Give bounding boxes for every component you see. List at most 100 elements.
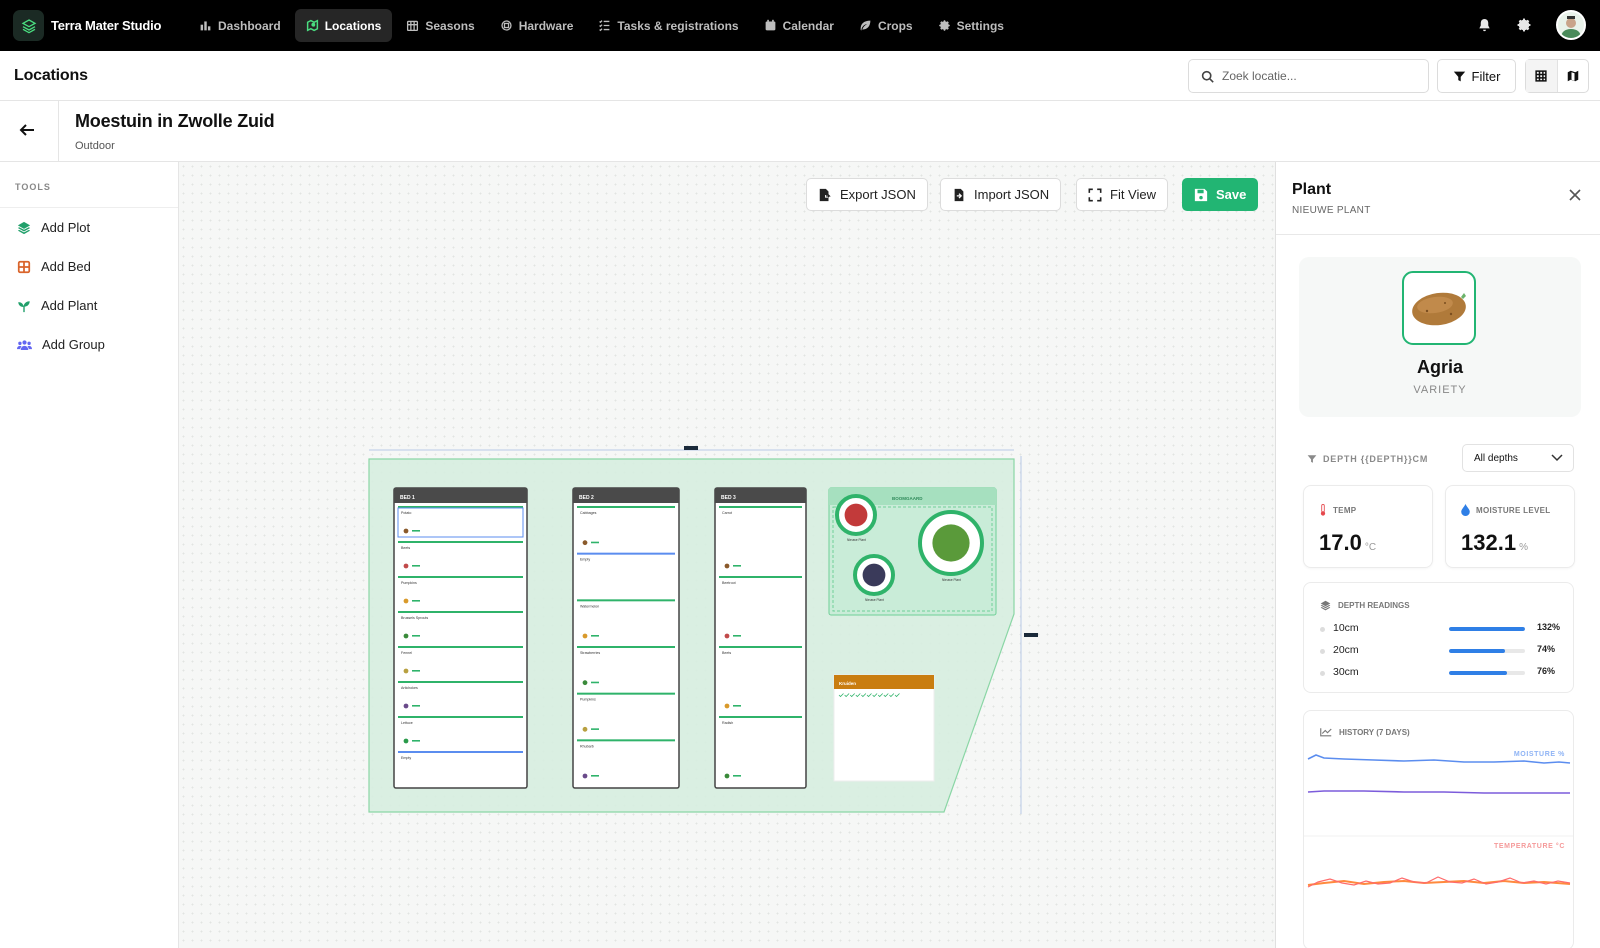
resize-handle [684, 446, 698, 450]
note-title: Kruiden [839, 681, 856, 686]
group-title: BOOMGAARD [892, 496, 923, 501]
divider [1276, 234, 1600, 235]
slot-plant-name: Pumpkins [580, 698, 596, 702]
plant-badge [591, 775, 599, 777]
slot-bar [577, 506, 675, 508]
map-icon [1567, 70, 1578, 82]
nav-seasons[interactable]: Seasons [395, 9, 485, 42]
readings-label: DEPTH READINGS [1320, 600, 1410, 611]
nav-dashboard[interactable]: Dashboard [188, 9, 292, 42]
nav-locations[interactable]: Locations [294, 9, 393, 42]
note-kruiden: Kruiden [833, 674, 935, 782]
plant-badge [412, 565, 420, 567]
settings-gear-icon[interactable] [1516, 17, 1532, 33]
nav-calendar[interactable]: Calendar [753, 9, 845, 42]
close-icon[interactable] [1568, 188, 1582, 202]
history-card: HISTORY (7 DAYS) MOISTURE % TEMPERATURE … [1303, 710, 1574, 948]
add-plot-tool[interactable]: Add Plot [0, 208, 178, 247]
reading-depth: 10cm [1333, 622, 1359, 634]
moisture-unit: % [1519, 542, 1528, 553]
plant-badge [412, 705, 420, 707]
slot-bar [398, 576, 523, 578]
filter-icon [1453, 71, 1465, 81]
search-input[interactable]: Zoek locatie... [1188, 59, 1429, 93]
slot-plant-name: Rhubarb [580, 744, 594, 748]
tools-heading: TOOLS [0, 162, 178, 208]
temperature-card: TEMP 17.0 °C [1303, 485, 1433, 568]
bullet [1320, 671, 1325, 676]
plant-icon [582, 726, 588, 732]
nav-label: Hardware [518, 18, 574, 33]
nav-tasks[interactable]: Tasks & registrations [587, 9, 749, 42]
fit-view-button[interactable]: Fit View [1076, 178, 1168, 211]
filter-button[interactable]: Filter [1437, 59, 1516, 93]
bed-title: BED 1 [400, 495, 415, 501]
brand[interactable]: Terra Mater Studio [13, 10, 185, 41]
map-view-button[interactable] [1558, 60, 1589, 92]
nav-settings[interactable]: Settings [927, 9, 1015, 42]
search-placeholder: Zoek locatie... [1222, 69, 1297, 83]
slot-bar [398, 716, 523, 718]
sprout-icon [18, 300, 30, 312]
slot-plant-name: Beets [401, 546, 410, 550]
bed-body [393, 487, 528, 789]
save-button[interactable]: Save [1182, 178, 1259, 211]
add-group-tool[interactable]: Add Group [0, 325, 178, 364]
add-bed-tool[interactable]: Add Bed [0, 247, 178, 286]
divider [58, 101, 59, 162]
slot-bar [577, 599, 675, 602]
slot-plant-name: Watermelon [580, 604, 599, 608]
map-marker-icon [306, 19, 318, 32]
plant-icon [724, 633, 730, 639]
tree-icon [932, 524, 970, 562]
slot-bar [398, 611, 523, 613]
checklist-icon [599, 20, 610, 32]
layers-icon [17, 221, 31, 234]
plant-badge [412, 740, 420, 742]
reading-pct: 132% [1537, 622, 1561, 632]
slot-bar [719, 506, 802, 508]
page-header: Locations Zoek locatie... Filter [0, 51, 1600, 101]
plant-badge [733, 775, 741, 777]
slot-plant-name: Carrot [722, 511, 732, 515]
nav-crops[interactable]: Crops [848, 9, 924, 42]
plant-badge [733, 635, 741, 637]
tools-sidebar: TOOLS Add Plot Add Bed Add Plant Add Gro… [0, 162, 179, 948]
bed-body [714, 487, 807, 789]
user-avatar[interactable] [1556, 10, 1586, 40]
grid-view-button[interactable] [1526, 60, 1558, 92]
tool-label: Add Plant [41, 298, 98, 313]
garden-canvas[interactable]: Export JSON Import JSON Fit View Save BE… [179, 162, 1275, 948]
bell-icon[interactable] [1477, 18, 1492, 33]
garden-layout[interactable]: BED 1 Potato Beets Pumpkins Brussels Sprouts… [368, 444, 1069, 824]
slot-plant-name: Brussels Sprouts [401, 616, 428, 620]
add-plant-tool[interactable]: Add Plant [0, 286, 178, 325]
nav-label: Tasks & registrations [617, 18, 739, 33]
back-arrow-icon[interactable] [18, 121, 36, 139]
grid-icon [17, 260, 31, 273]
plant-icon [582, 773, 588, 779]
bed-title: BED 3 [721, 495, 736, 501]
resize-handle [1024, 633, 1038, 637]
plant-icon [582, 633, 588, 639]
bed-title: BED 2 [579, 495, 594, 501]
plant-details-panel: Plant NIEUWE PLANT Agria VARIETY DEPTH {… [1275, 162, 1600, 948]
temp-value: 17.0 °C [1319, 530, 1376, 556]
slot-bar [398, 541, 523, 543]
slot-bar [398, 751, 523, 753]
plant-badge [591, 635, 599, 637]
nav-hardware[interactable]: Hardware [489, 9, 585, 42]
import-json-button[interactable]: Import JSON [940, 178, 1062, 211]
plant-icon [582, 680, 588, 686]
calendar-icon [765, 19, 775, 31]
slot-plant-name: Lettuce [401, 721, 413, 725]
depth-select[interactable]: All depths [1462, 444, 1574, 472]
temp-label-text: TEMP [1333, 505, 1357, 515]
gear-icon [938, 20, 950, 31]
main-nav: Dashboard Locations Seasons Hardware Tas… [188, 9, 1018, 42]
slot-plant-name: Potato [401, 511, 411, 515]
tool-label: Add Bed [41, 259, 91, 274]
top-navigation-bar: Terra Mater Studio Dashboard Locations S… [0, 0, 1600, 51]
export-json-button[interactable]: Export JSON [806, 178, 928, 211]
plant-icon [582, 540, 588, 546]
